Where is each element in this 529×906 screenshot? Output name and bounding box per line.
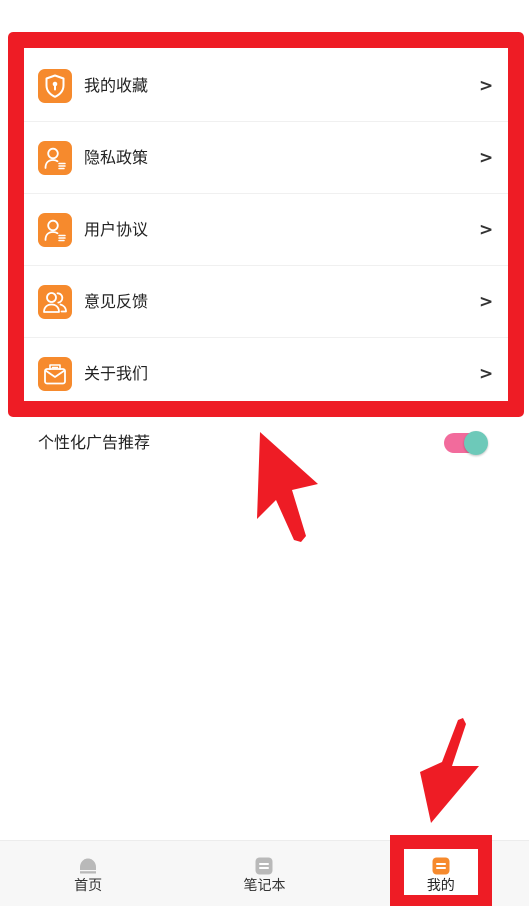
menu-item-user-agreement[interactable]: 用户协议 > — [0, 194, 529, 266]
settings-menu: 我的收藏 > 隐私政策 > 用户协议 > 意见反馈 > 关于我们 > — [0, 50, 529, 410]
tab-label: 首页 — [74, 878, 103, 894]
menu-item-feedback[interactable]: 意见反馈 > — [0, 266, 529, 338]
chevron-right-icon: > — [479, 76, 494, 96]
toggle-knob — [464, 431, 488, 455]
tab-home[interactable]: 首页 — [0, 841, 176, 906]
profile-icon — [432, 857, 450, 875]
menu-item-favorites[interactable]: 我的收藏 > — [0, 50, 529, 122]
mail-icon — [38, 357, 72, 391]
tab-mine[interactable]: 我的 — [353, 841, 529, 906]
tab-notebook[interactable]: 笔记本 — [176, 841, 352, 906]
users-icon — [38, 285, 72, 319]
bottom-tab-bar: 首页 笔记本 我的 — [0, 840, 529, 906]
chevron-right-icon: > — [479, 364, 494, 384]
menu-item-label: 关于我们 — [84, 364, 149, 383]
tab-label: 笔记本 — [243, 878, 286, 894]
menu-item-label: 用户协议 — [84, 220, 149, 239]
menu-item-privacy-policy[interactable]: 隐私政策 > — [0, 122, 529, 194]
chevron-right-icon: > — [479, 292, 494, 312]
shield-icon — [38, 69, 72, 103]
menu-item-label: 隐私政策 — [84, 148, 149, 167]
notebook-icon — [255, 857, 273, 875]
user-doc-icon — [38, 213, 72, 247]
menu-item-label: 我的收藏 — [84, 76, 149, 95]
home-icon — [79, 857, 97, 875]
menu-item-label: 意见反馈 — [84, 292, 149, 311]
user-doc-icon — [38, 141, 72, 175]
tab-label: 我的 — [426, 878, 455, 894]
menu-item-about-us[interactable]: 关于我们 > — [0, 338, 529, 410]
ad-toggle-switch[interactable] — [442, 431, 490, 455]
chevron-right-icon: > — [479, 220, 494, 240]
personalized-ads-label: 个性化广告推荐 — [38, 433, 151, 452]
chevron-right-icon: > — [479, 148, 494, 168]
personalized-ads-row: 个性化广告推荐 — [0, 420, 529, 466]
annotation-arrow-down — [420, 718, 479, 823]
